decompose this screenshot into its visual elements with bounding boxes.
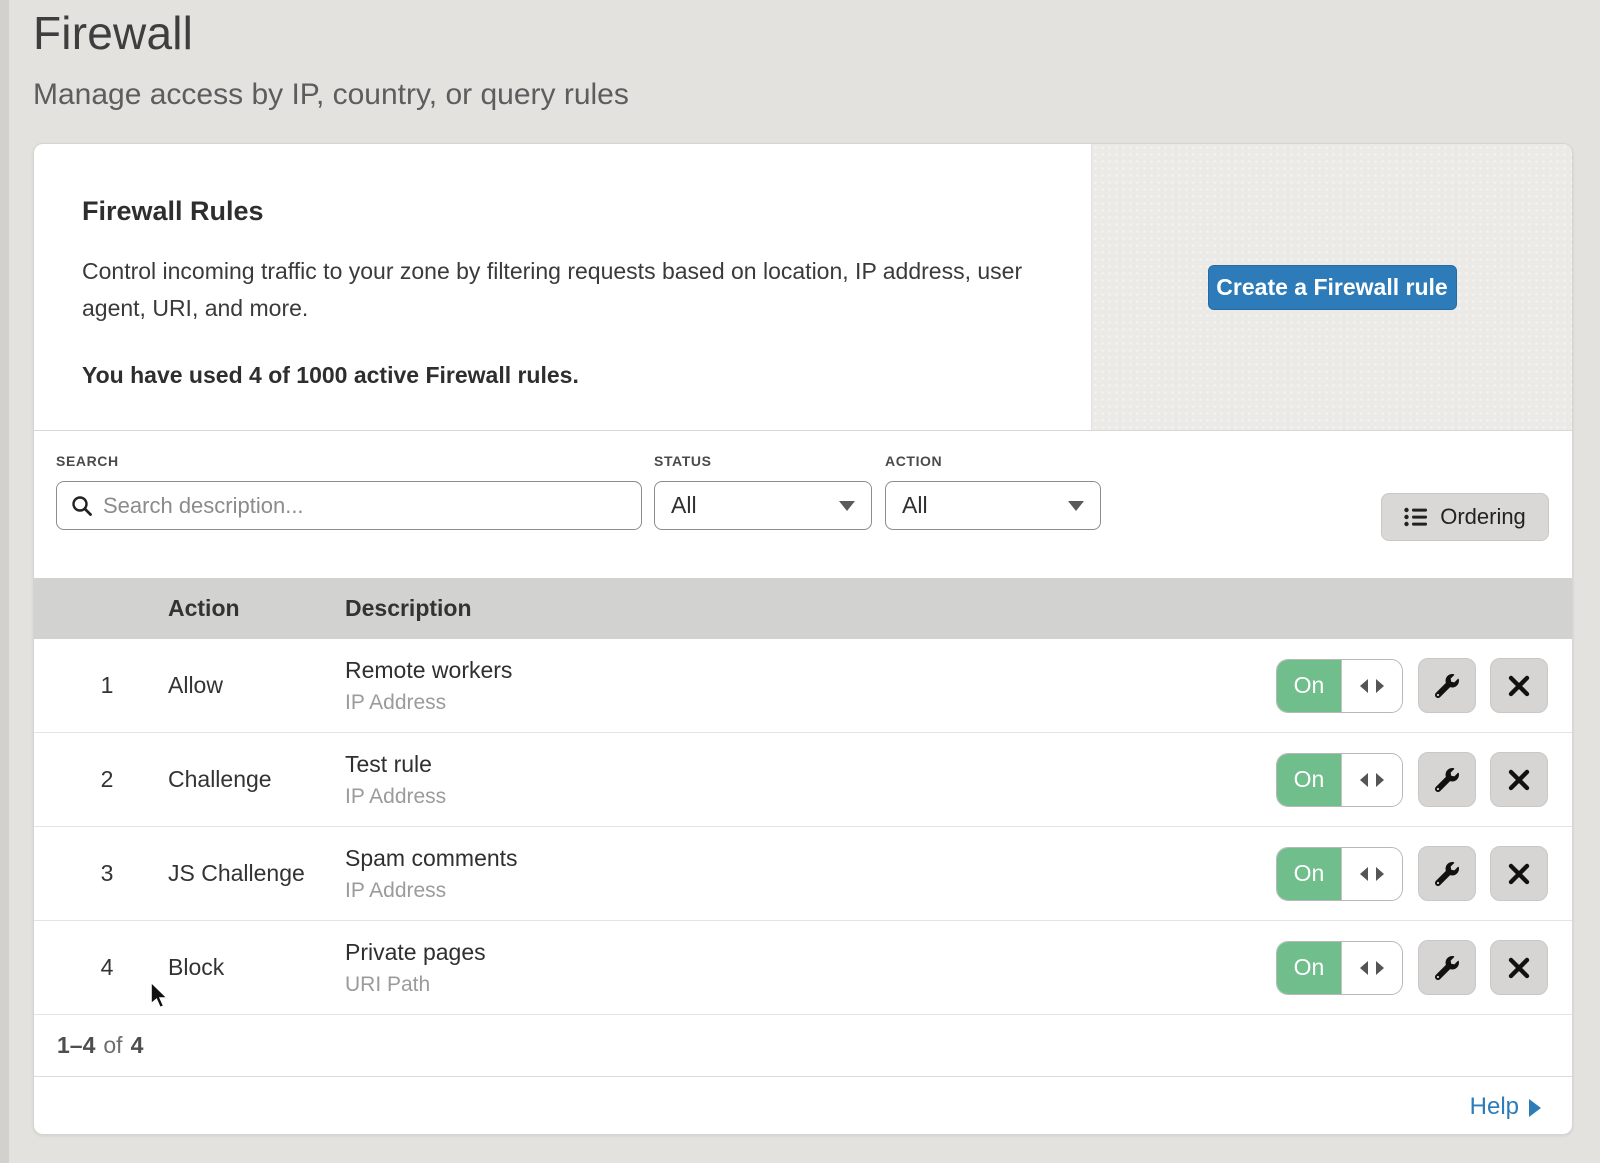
chevron-down-icon [839, 501, 855, 511]
rule-enabled-toggle[interactable]: On [1276, 659, 1403, 713]
delete-rule-button[interactable] [1490, 752, 1548, 807]
toggle-handle[interactable] [1341, 848, 1402, 900]
rule-enabled-toggle[interactable]: On [1276, 941, 1403, 995]
close-icon [1507, 862, 1531, 886]
rule-priority: 1 [34, 672, 168, 699]
rule-row-3: 3JS ChallengeSpam comments IP AddressOn [34, 827, 1572, 921]
rules-table-body: 1AllowRemote workersIP AddressOn2Challen… [34, 639, 1572, 1015]
toggle-arrows-icon [1360, 961, 1384, 975]
chevron-down-icon [1068, 501, 1084, 511]
rule-row-1: 1AllowRemote workers IP AddressOn [34, 639, 1572, 733]
rules-usage-note: You have used 4 of 1000 active Firewall … [82, 362, 1031, 389]
toggle-on-label: On [1277, 942, 1341, 994]
firewall-rules-card: Firewall Rules Control incoming traffic … [33, 143, 1573, 1135]
edit-rule-button[interactable] [1418, 940, 1476, 995]
page-left-edge [0, 0, 9, 1163]
toggle-handle[interactable] [1341, 660, 1402, 712]
close-icon [1507, 956, 1531, 980]
close-icon [1507, 674, 1531, 698]
search-box[interactable] [56, 481, 642, 530]
filters-bar: SEARCH STATUS All ACTION All [34, 431, 1572, 578]
pagination-total: 4 [131, 1032, 144, 1059]
rule-action: JS Challenge [168, 860, 345, 887]
wrench-icon [1435, 674, 1459, 698]
toggle-handle[interactable] [1341, 754, 1402, 806]
rule-match-type: IP Address [345, 691, 1276, 715]
arrow-right-icon [1529, 1099, 1541, 1117]
rule-action: Allow [168, 672, 345, 699]
toggle-arrows-icon [1360, 773, 1384, 787]
status-label: STATUS [654, 453, 872, 469]
rule-enabled-toggle[interactable]: On [1276, 753, 1403, 807]
pagination-range: 1–4 [57, 1032, 95, 1059]
rule-controls: On [1276, 752, 1572, 807]
pagination-of: of [103, 1032, 122, 1059]
rules-description: Control incoming traffic to your zone by… [82, 253, 1027, 327]
rule-enabled-toggle[interactable]: On [1276, 847, 1403, 901]
rule-match-type: IP Address [345, 785, 1276, 809]
status-selected-value: All [671, 492, 697, 519]
delete-rule-button[interactable] [1490, 846, 1548, 901]
rule-action: Block [168, 954, 345, 981]
rule-description: Remote workers [345, 657, 1276, 684]
toggle-on-label: On [1277, 848, 1341, 900]
wrench-icon [1435, 956, 1459, 980]
action-label: ACTION [885, 453, 1101, 469]
create-rule-panel: Create a Firewall rule [1091, 144, 1572, 430]
ordering-button-label: Ordering [1440, 504, 1526, 530]
rule-action: Challenge [168, 766, 345, 793]
card-footer: Help [34, 1077, 1572, 1135]
edit-rule-button[interactable] [1418, 846, 1476, 901]
search-input[interactable] [103, 493, 627, 519]
action-selected-value: All [902, 492, 928, 519]
description-column-header: Description [345, 595, 472, 622]
rule-description: Spam comments [345, 845, 1276, 872]
rule-row-2: 2ChallengeTest rule IP AddressOn [34, 733, 1572, 827]
pagination-bar: 1–4 of 4 [34, 1015, 1572, 1077]
rule-description: Test rule [345, 751, 1276, 778]
delete-rule-button[interactable] [1490, 940, 1548, 995]
rule-controls: On [1276, 940, 1572, 995]
rule-row-4: 4BlockPrivate pages URI PathOn [34, 921, 1572, 1015]
rule-description-cell: Remote workers IP Address [345, 657, 1276, 715]
help-link[interactable]: Help [1470, 1093, 1541, 1121]
rule-description-cell: Test rule IP Address [345, 751, 1276, 809]
rule-description-cell: Spam comments IP Address [345, 845, 1276, 903]
rule-priority: 2 [34, 766, 168, 793]
edit-rule-button[interactable] [1418, 658, 1476, 713]
rule-controls: On [1276, 658, 1572, 713]
action-column-header: Action [168, 595, 345, 622]
rule-match-type: IP Address [345, 879, 1276, 903]
rules-table-header: Action Description [34, 578, 1572, 639]
toggle-on-label: On [1277, 660, 1341, 712]
rules-intro-section: Firewall Rules Control incoming traffic … [34, 144, 1572, 431]
rule-description: Private pages [345, 939, 1276, 966]
rule-match-type: URI Path [345, 973, 1276, 997]
help-link-label: Help [1470, 1093, 1519, 1121]
page-title: Firewall [33, 6, 193, 60]
action-select[interactable]: All [885, 481, 1101, 530]
toggle-handle[interactable] [1341, 942, 1402, 994]
rule-description-cell: Private pages URI Path [345, 939, 1276, 997]
toggle-arrows-icon [1360, 679, 1384, 693]
rule-priority: 4 [34, 954, 168, 981]
wrench-icon [1435, 768, 1459, 792]
status-select[interactable]: All [654, 481, 872, 530]
delete-rule-button[interactable] [1490, 658, 1548, 713]
create-firewall-rule-button[interactable]: Create a Firewall rule [1208, 265, 1457, 310]
toggle-arrows-icon [1360, 867, 1384, 881]
toggle-on-label: On [1277, 754, 1341, 806]
rules-heading: Firewall Rules [82, 196, 1031, 227]
ordered-list-icon [1404, 507, 1428, 527]
ordering-button[interactable]: Ordering [1381, 493, 1549, 541]
edit-rule-button[interactable] [1418, 752, 1476, 807]
close-icon [1507, 768, 1531, 792]
page-subtitle: Manage access by IP, country, or query r… [33, 78, 629, 112]
search-icon [71, 495, 93, 517]
rule-controls: On [1276, 846, 1572, 901]
wrench-icon [1435, 862, 1459, 886]
search-label: SEARCH [56, 453, 642, 469]
rule-priority: 3 [34, 860, 168, 887]
